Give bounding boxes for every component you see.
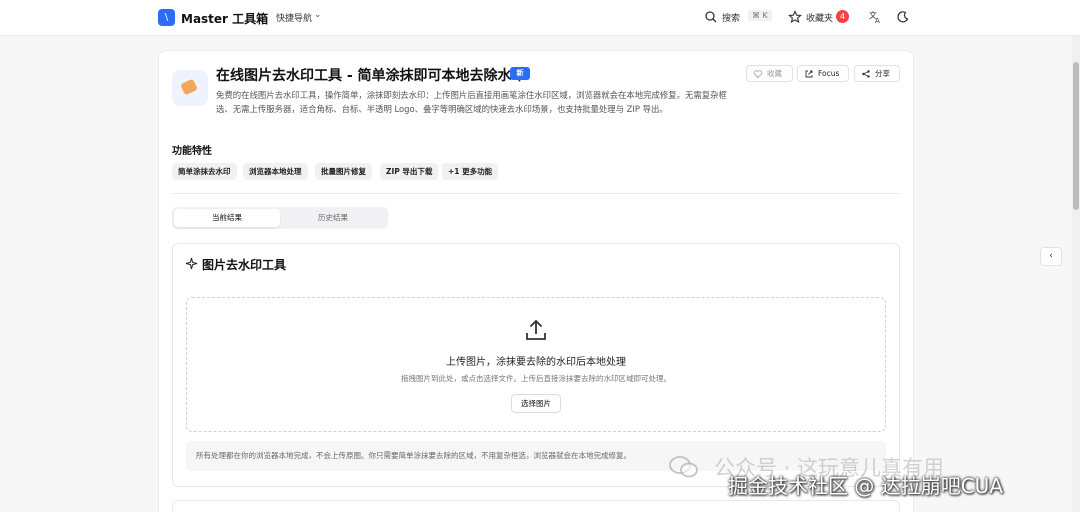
tab-current-result[interactable]: 当前结果 bbox=[174, 209, 280, 227]
brand-name[interactable]: Master 工具箱 bbox=[181, 10, 268, 27]
dropzone-title: 上传图片，涂抹要去除的水印后本地处理 bbox=[446, 357, 626, 368]
favorites-count-badge: 4 bbox=[836, 10, 849, 23]
scrollbar-thumb[interactable] bbox=[1073, 62, 1079, 210]
watermark-juejin: 掘金技术社区 @ 达拉崩吧CUA bbox=[728, 474, 1003, 498]
eraser-icon bbox=[172, 70, 208, 106]
search-icon[interactable] bbox=[704, 10, 718, 24]
favorite-label: 收藏 bbox=[767, 69, 782, 78]
favorite-button[interactable]: 收藏 bbox=[746, 65, 793, 82]
search-shortcut: ⌘ K bbox=[748, 10, 772, 21]
new-badge: 新 bbox=[510, 67, 530, 80]
language-icon[interactable]: 文 A bbox=[868, 10, 882, 24]
feature-chip: ZIP 导出下载 bbox=[380, 163, 439, 180]
sparkle-icon bbox=[185, 257, 198, 270]
result-tabs: 当前结果 历史结果 bbox=[172, 207, 388, 229]
feature-chip: 浏览器本地处理 bbox=[243, 163, 308, 180]
upload-icon bbox=[526, 319, 546, 340]
share-icon bbox=[862, 70, 870, 78]
features-heading: 功能特性 bbox=[172, 146, 212, 157]
choose-image-button[interactable]: 选择图片 bbox=[511, 394, 561, 413]
moon-icon[interactable] bbox=[896, 10, 910, 24]
feature-chip: 批量图片修复 bbox=[315, 163, 372, 180]
next-card bbox=[172, 500, 900, 512]
share-label: 分享 bbox=[875, 69, 890, 78]
share-button[interactable]: 分享 bbox=[854, 65, 900, 82]
focus-button[interactable]: Focus bbox=[797, 65, 849, 82]
tool-description: 免费的在线图片去水印工具，操作简单，涂抹即刻去水印：上传图片后直接用画笔涂住水印… bbox=[216, 90, 727, 114]
dropzone-hint: 拖拽图片到此处，或点击选择文件。上传后直接涂抹要去除的水印区域即可处理。 bbox=[401, 374, 671, 383]
focus-label: Focus bbox=[818, 69, 840, 78]
sidebar-toggle-button[interactable]: ‹ bbox=[1040, 247, 1062, 266]
chevron-down-icon[interactable]: ⌄ bbox=[314, 10, 322, 20]
wechat-icon bbox=[669, 456, 698, 478]
page-title: 在线图片去水印工具 - 简单涂抹即可本地去除水印 bbox=[216, 68, 526, 84]
search-button[interactable]: 搜索 bbox=[722, 11, 740, 24]
page-scrollbar[interactable] bbox=[1072, 36, 1080, 512]
tab-history-result[interactable]: 历史结果 bbox=[280, 209, 386, 227]
feature-chip: 简单涂抹去水印 bbox=[172, 163, 237, 180]
svg-text:A: A bbox=[875, 17, 880, 24]
top-navbar: \ Master 工具箱 快捷导航 ⌄ 搜索 ⌘ K 收藏夹 4 文 A bbox=[0, 0, 1080, 36]
logo-icon[interactable]: \ bbox=[158, 9, 175, 26]
heart-icon bbox=[753, 70, 763, 79]
favorites-button[interactable]: 收藏夹 bbox=[806, 11, 833, 24]
external-link-icon bbox=[805, 70, 813, 78]
divider bbox=[172, 193, 900, 194]
star-icon[interactable] bbox=[788, 10, 802, 24]
quick-nav-menu[interactable]: 快捷导航 bbox=[276, 11, 312, 24]
panel-title: 图片去水印工具 bbox=[202, 258, 287, 272]
more-features-chip[interactable]: +1 更多功能 bbox=[442, 163, 499, 180]
